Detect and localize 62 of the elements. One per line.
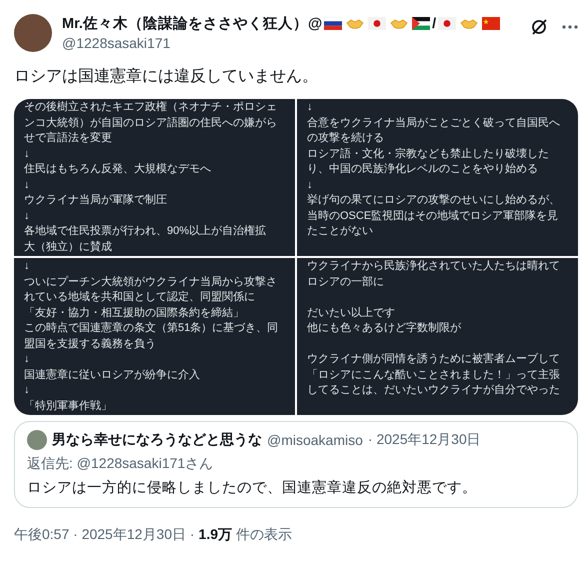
screenshot-text-line: れている地域を共和国として認定、同盟関係に <box>24 290 256 305</box>
flag-icon <box>368 17 386 30</box>
text-screenshot[interactable]: ↓ 合意をウクライナ当局がことごとく破って自国民へ の攻撃を続ける ロシア語・文化・宗教なども禁止したり破壊した り、中国の民族浄化レベルのことをやり始める ↓ 挙げ句の果てにロシアの攻撃のせいにし始めるが、 当時のOSCE監視団はその地域でロシア軍部隊を見 たことがない <box>297 99 578 256</box>
flag-icon <box>412 17 430 30</box>
screenshot-text-line: ロシアの一部に <box>307 274 385 290</box>
screenshot-text-line: その後樹立されたキエフ政権（ネオナチ・ポロシェ <box>24 100 278 115</box>
slashed-circle-icon[interactable] <box>530 18 548 36</box>
quoted-author-name: 男なら幸せになろうなどと思うな <box>52 431 262 449</box>
screenshot-text-line: り、中国の民族浄化レベルのことをやり始める <box>307 162 539 177</box>
views-label: 件の表示 <box>236 526 292 544</box>
text-screenshot[interactable]: ↓ ついにプーチン大統領がウクライナ当局から攻撃さ れている地域を共和国として認定、同盟関係に 「友好・協力・相互援助の国際条約を締結」 この時点で国連憲章の条文（第51条）に基づき、同 盟国を支援する義務を負う ↓ 国連憲章に従いロシアが紛争に介入 ↓ 「特別軍事作戦」 <box>14 258 295 415</box>
screenshot-text-line: ↓ <box>307 178 314 192</box>
screenshot-text-line: ↓ <box>24 208 30 224</box>
screenshot-text-line: ↓ <box>307 100 314 115</box>
screenshot-text-line: 国連憲章に従いロシアが紛争に介入 <box>24 368 201 382</box>
flag-icon <box>438 17 456 30</box>
screenshot-text-line: 挙げ句の果てにロシアの攻撃のせいにし始めるが、 <box>307 193 561 208</box>
screenshot-text-line: 盟国を支援する義務を負う <box>24 336 157 352</box>
tweet-text: ロシアは国連憲章には違反していません。 <box>14 66 319 87</box>
quoted-text: ロシアは一方的に侵略しましたので、国連憲章違反の絶対悪です。 <box>27 478 478 497</box>
screenshot-text-line: ウクライナから民族浄化されていた人たちは晴れて <box>307 259 561 274</box>
avatar[interactable] <box>14 14 52 52</box>
author-name[interactable]: Mr.佐々木（陰謀論をささやく狂人）@ <box>62 14 322 33</box>
flag-icon <box>482 17 500 30</box>
screenshot-text-line: 合意をウクライナ当局がことごとく破って自国民へ <box>307 116 561 130</box>
author-name[interactable]: / <box>432 16 436 32</box>
screenshot-text-line: 「特別軍事作戦」 <box>24 398 113 414</box>
screenshot-text-line: 各地域で住民投票が行われ、90%以上が自治権拡 <box>24 224 268 239</box>
screenshot-text-line: ンコ大統領）が自国のロシア語圏の住民への嫌がら <box>24 116 278 130</box>
quoted-author-handle: @misoakamiso <box>267 432 363 448</box>
screenshot-text-line: ロシア語・文化・宗教なども禁止したり破壊した <box>307 146 550 162</box>
screenshot-text-line: 当時のOSCE監視団はその地域でロシア軍部隊を見 <box>307 208 560 224</box>
screenshot-text-line: この時点で国連憲章の条文（第51条）に基づき、同 <box>24 321 280 336</box>
screenshot-text-line: せで言語法を変更 <box>24 131 113 146</box>
avatar <box>27 430 47 450</box>
quoted-tweet-card[interactable]: 男なら幸せになろうなどと思うな @misoakamiso · 2025年12月30日 返信先: @1228sasaki171さん ロシアは一方的に侵略しましたので、国連憲章違反の絶対悪です。 <box>14 421 578 508</box>
screenshot-text-line: ↓ <box>24 146 30 162</box>
quoted-date: · 2025年12月30日 <box>368 431 481 449</box>
screenshot-text-line: してることは、だいたいウクライナが自分でやった <box>307 383 561 398</box>
screenshot-text-line: ウクライナ当局が軍隊で制圧 <box>24 193 168 208</box>
screenshot-text-line: ↓ <box>24 178 30 192</box>
reply-to-text: 返信先: @1228sasaki171さん <box>27 455 214 473</box>
screenshot-text-line: 大（独立）に賛成 <box>24 240 113 254</box>
screenshot-text-line: ↓ <box>24 383 30 398</box>
screenshot-text-line: の攻撃を続ける <box>307 131 385 146</box>
screenshot-text-line: たことがない <box>307 224 374 239</box>
screenshot-text-line: 住民はもちろん反発、大規模なデモへ <box>24 162 212 177</box>
screenshot-text-line: ウクライナ側が同情を誘うために被害者ムーブして <box>307 352 561 367</box>
more-icon[interactable] <box>562 25 578 29</box>
screenshot-text-line: ↓ <box>24 259 30 274</box>
view-count: 1.9万 <box>198 526 232 544</box>
screenshot-text-line: ↓ <box>24 352 30 367</box>
screenshot-text-line: 「友好・協力・相互援助の国際条約を締結」 <box>24 306 245 320</box>
text-screenshot[interactable]: ウクライナから民族浄化されていた人たちは晴れて ロシアの一部に だいたい以上です 他にも色々あるけど字数制限が ウクライナ側が同情を誘うために被害者ムーブして 「ロシアにこんな酷いことされました！」って主張 してることは、だいたいウクライナが自分でやった <box>297 258 578 415</box>
text-screenshot[interactable]: その後樹立されたキエフ政権（ネオナチ・ポロシェ ンコ大統領）が自国のロシア語圏の住民への嫌がら せで言語法を変更 ↓ 住民はもちろん反発、大規模なデモへ ↓ ウクライナ当局が軍隊で制圧 ↓ 各地域で住民投票が行われ、90%以上が自治権拡 大（独立）に賛成 <box>14 99 295 256</box>
screenshot-text-line: 他にも色々あるけど字数制限が <box>307 321 462 336</box>
screenshot-text-line: ついにプーチン大統領がウクライナ当局から攻撃さ <box>24 274 278 290</box>
flag-icon <box>324 17 342 30</box>
screenshot-text-line: だいたい以上です <box>307 306 396 320</box>
screenshot-text-line: 「ロシアにこんな酷いことされました！」って主張 <box>307 368 561 382</box>
post-timestamp[interactable]: 午後0:57 · 2025年12月30日 · <box>14 526 195 544</box>
author-handle[interactable]: @1228sasaki171 <box>62 35 520 51</box>
